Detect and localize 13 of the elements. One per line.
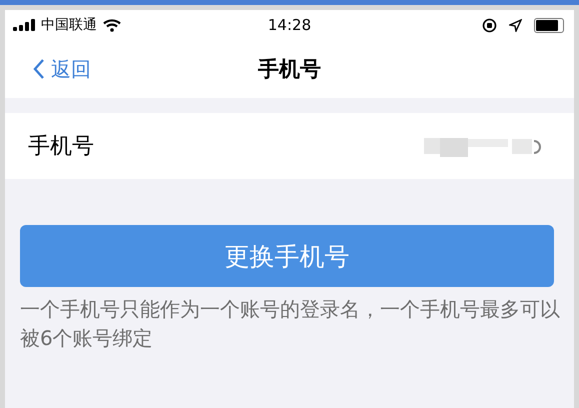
change-phone-button[interactable]: 更换手机号: [20, 225, 554, 287]
note-text: 一个手机号只能作为一个账号的登录名，一个手机号最多可以被6个账号绑定: [20, 296, 561, 352]
page-title: 手机号: [258, 56, 321, 83]
status-time: 14:28: [268, 16, 312, 34]
carrier-name: 中国联通: [41, 16, 97, 34]
back-chevron-icon: [33, 58, 45, 80]
wifi-icon: [103, 18, 121, 32]
battery-icon: [534, 18, 564, 32]
signal-icon: [13, 19, 35, 31]
phone-label: 手机号: [28, 133, 94, 161]
back-button[interactable]: 返回: [33, 56, 91, 82]
location-arrow-icon: [509, 18, 522, 32]
rotation-lock-icon: [482, 18, 497, 32]
